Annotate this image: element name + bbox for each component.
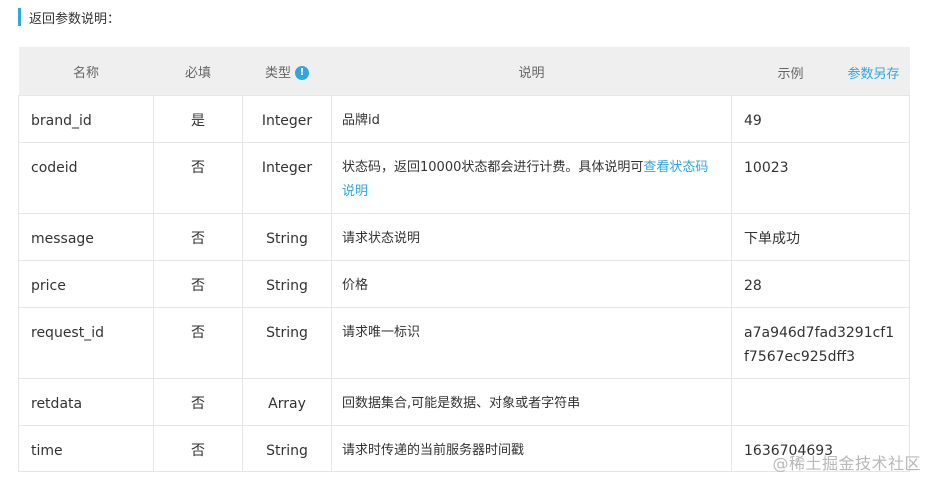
param-type: Integer xyxy=(242,95,332,143)
section-title: 返回参数说明： xyxy=(18,8,121,27)
param-required: 否 xyxy=(153,213,243,261)
table-row: retdata 否 Array 回数据集合,可能是数据、对象或者字符串 xyxy=(18,378,910,426)
table-row: request_id 否 String 请求唯一标识 a7a946d7fad32… xyxy=(18,307,910,379)
param-name: request_id xyxy=(18,307,154,379)
save-params-link[interactable]: 参数另存 xyxy=(847,63,899,82)
param-required: 否 xyxy=(153,425,243,472)
table-row: codeid 否 Integer 状态码，返回10000状态都会进行计费。具体说… xyxy=(18,142,910,214)
param-required: 否 xyxy=(153,378,243,426)
param-example: 28 xyxy=(731,260,910,308)
param-name: message xyxy=(18,213,154,261)
param-desc: 请求唯一标识 xyxy=(331,307,732,379)
header-name: 名称 xyxy=(18,47,154,96)
param-example: 10023 xyxy=(731,142,910,214)
header-type: 类型! xyxy=(242,47,332,96)
param-required: 否 xyxy=(153,307,243,379)
header-desc: 说明 xyxy=(331,47,732,96)
param-desc: 状态码，返回10000状态都会进行计费。具体说明可查看状态码说明 xyxy=(331,142,732,214)
table-row: price 否 String 价格 28 xyxy=(18,260,910,308)
watermark: @稀土掘金技术社区 xyxy=(772,454,921,473)
info-icon[interactable]: ! xyxy=(295,65,309,80)
param-type: Array xyxy=(242,378,332,426)
param-name: time xyxy=(18,425,154,472)
table-row: message 否 String 请求状态说明 下单成功 xyxy=(18,213,910,261)
param-example xyxy=(731,378,910,426)
param-example: 下单成功 xyxy=(731,213,910,261)
param-desc: 请求时传递的当前服务器时间戳 xyxy=(331,425,732,472)
table-row: brand_id 是 Integer 品牌id 49 xyxy=(18,95,910,143)
param-desc: 回数据集合,可能是数据、对象或者字符串 xyxy=(331,378,732,426)
param-type: Integer xyxy=(242,142,332,214)
header-example-label: 示例 xyxy=(777,67,804,82)
param-type: String xyxy=(242,213,332,261)
param-type: String xyxy=(242,260,332,308)
header-example: 示例 参数另存 xyxy=(731,47,910,96)
title-accent-bar xyxy=(18,8,21,26)
param-name: brand_id xyxy=(18,95,154,143)
param-name: price xyxy=(18,260,154,308)
table-header-row: 名称 必填 类型! 说明 示例 参数另存 xyxy=(18,47,910,96)
param-desc: 品牌id xyxy=(331,95,732,143)
section-title-text: 返回参数说明： xyxy=(29,11,121,27)
param-name: retdata xyxy=(18,378,154,426)
param-required: 否 xyxy=(153,260,243,308)
param-desc-text: 状态码，返回10000状态都会进行计费。具体说明可 xyxy=(342,160,644,175)
param-required: 是 xyxy=(153,95,243,143)
header-required: 必填 xyxy=(153,47,243,96)
param-type: String xyxy=(242,307,332,379)
param-name: codeid xyxy=(18,142,154,214)
param-desc: 价格 xyxy=(331,260,732,308)
param-example: a7a946d7fad3291cf1f7567ec925dff3 xyxy=(731,307,910,379)
param-type: String xyxy=(242,425,332,472)
param-required: 否 xyxy=(153,142,243,214)
param-example: 49 xyxy=(731,95,910,143)
return-params-table: 名称 必填 类型! 说明 示例 参数另存 brand_id 是 Integer … xyxy=(18,47,910,472)
header-type-label: 类型 xyxy=(264,65,291,81)
param-desc: 请求状态说明 xyxy=(331,213,732,261)
